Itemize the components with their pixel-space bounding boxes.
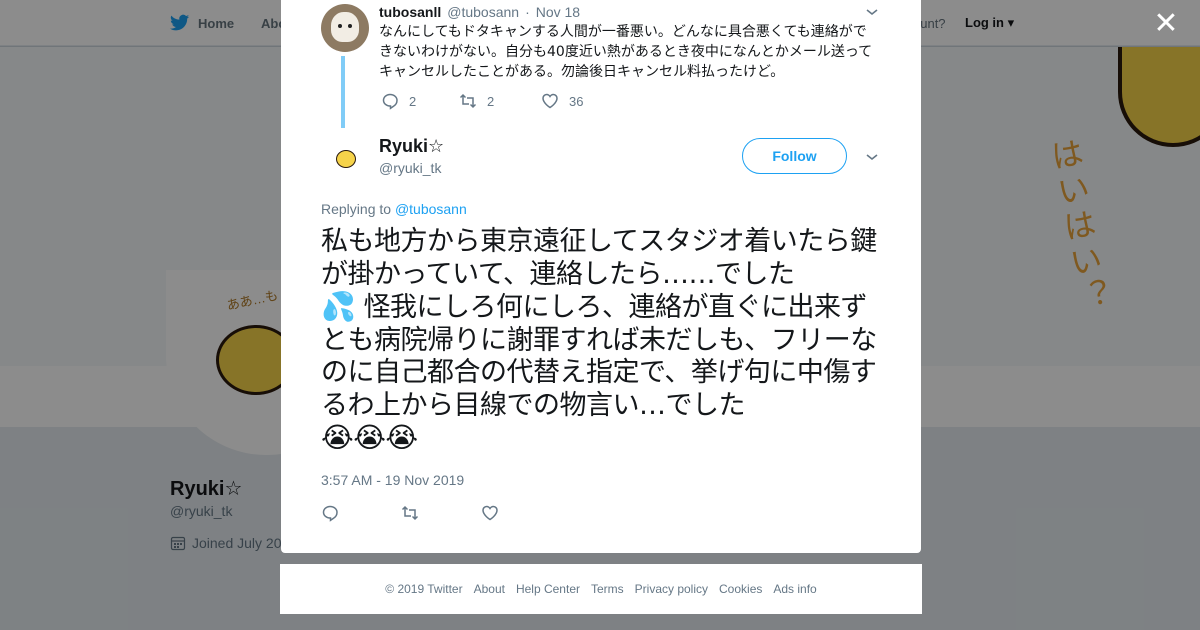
- reply-button[interactable]: 2: [381, 92, 459, 110]
- like-button[interactable]: [481, 504, 561, 527]
- like-icon: [482, 505, 498, 521]
- footer-link-ads[interactable]: Ads info: [773, 582, 816, 596]
- reply-icon: [382, 93, 398, 110]
- reply-icon: [322, 505, 338, 522]
- footer: © 2019 Twitter About Help Center Terms P…: [280, 564, 922, 614]
- tweet-actions: [321, 504, 561, 527]
- parent-tweet-avatar[interactable]: [321, 4, 369, 52]
- chevron-down-icon[interactable]: [864, 4, 880, 20]
- dog-avatar-image: [331, 12, 359, 42]
- tweet-text-part2: 怪我にしろ何にしろ、連絡が直ぐに出来ずとも病院帰りに謝罪すれば未だしも、フリーな…: [321, 292, 877, 421]
- footer-copyright: © 2019 Twitter: [385, 582, 463, 596]
- retweet-button[interactable]: [401, 504, 481, 527]
- parent-tweet-date[interactable]: Nov 18: [536, 4, 580, 20]
- thread-connector: [341, 56, 345, 128]
- header-separator: ·: [525, 4, 530, 20]
- egg-avatar-image: [336, 150, 356, 168]
- avatar-eye: [338, 24, 342, 28]
- sweat-emoji: 💦: [321, 290, 356, 323]
- author-name[interactable]: Ryuki☆: [379, 136, 444, 157]
- retweet-count: 2: [487, 93, 495, 109]
- like-icon: [542, 93, 558, 109]
- reply-button[interactable]: [321, 504, 401, 527]
- replying-prefix: Replying to: [321, 201, 392, 217]
- like-count: 36: [569, 93, 584, 109]
- footer-link-privacy[interactable]: Privacy policy: [635, 582, 708, 596]
- parent-tweet-header: tubosanll @tubosann · Nov 18: [379, 4, 580, 20]
- like-button[interactable]: 36: [541, 92, 583, 110]
- author-handle[interactable]: @ryuki_tk: [379, 160, 441, 176]
- footer-link-terms[interactable]: Terms: [591, 582, 624, 596]
- tweet-modal: tubosanll @tubosann · Nov 18 なんにしてもドタキャン…: [281, 0, 921, 553]
- tweet-text-part1: 私も地方から東京遠征してスタジオ着いたら鍵が掛かっていて、連絡したら……でした: [321, 226, 877, 290]
- tweet-timestamp[interactable]: 3:57 AM - 19 Nov 2019: [321, 472, 464, 488]
- footer-link-help[interactable]: Help Center: [516, 582, 580, 596]
- parent-author-handle[interactable]: @tubosann: [447, 4, 519, 20]
- avatar-eye: [348, 24, 352, 28]
- close-icon[interactable]: ✕: [1152, 9, 1180, 39]
- parent-tweet-actions: 2 2 36: [381, 92, 583, 110]
- parent-tweet-text: なんにしてもドタキャンする人間が一番悪い。どんなに具合悪くても連絡ができないわけ…: [379, 24, 873, 80]
- footer-link-about[interactable]: About: [474, 582, 505, 596]
- reply-count: 2: [409, 93, 417, 109]
- follow-button[interactable]: Follow: [742, 138, 847, 174]
- author-avatar[interactable]: [321, 134, 369, 182]
- retweet-icon: [401, 505, 419, 521]
- footer-link-cookies[interactable]: Cookies: [719, 582, 762, 596]
- parent-author-name[interactable]: tubosanll: [379, 4, 441, 20]
- replying-to-link[interactable]: @tubosann: [395, 201, 467, 217]
- tweet-text: 私も地方から東京遠征してスタジオ着いたら鍵が掛かっていて、連絡したら……でした 💦…: [321, 226, 887, 456]
- chevron-down-icon[interactable]: [864, 149, 880, 165]
- retweet-icon: [459, 93, 477, 109]
- retweet-button[interactable]: 2: [459, 92, 541, 110]
- crying-emoji: 😭😭😭: [321, 421, 418, 454]
- replying-to: Replying to @tubosann: [321, 201, 467, 217]
